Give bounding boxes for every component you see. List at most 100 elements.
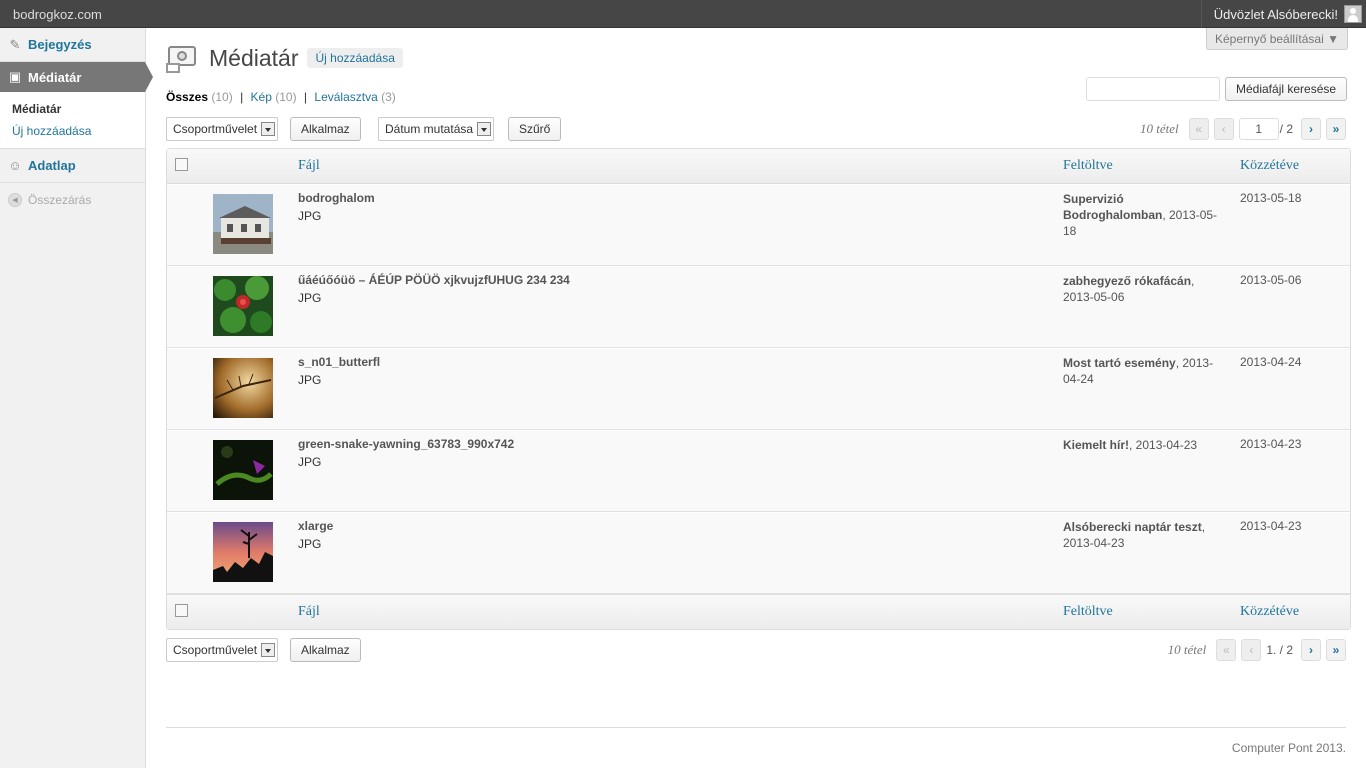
file-type: JPG <box>298 455 322 469</box>
view-unattached-link[interactable]: Leválasztva <box>314 90 377 104</box>
media-table: Fájl Feltöltve Közzétéve bodroghalom JPG… <box>166 148 1351 630</box>
date-filter-select[interactable]: Dátum mutatása <box>378 117 495 141</box>
date-filter-value: Dátum mutatása <box>385 122 474 136</box>
file-name-link[interactable]: űáéúőóüö – ÁÉÚP PÖÜÖ xjkvujzfUHUG 234 23… <box>298 273 570 287</box>
view-images-count: (10) <box>275 90 297 104</box>
view-filters: Összes (10) | Kép (10) | Leválasztva (3) <box>166 90 396 104</box>
column-uploaded[interactable]: Feltöltve <box>1063 158 1113 174</box>
published-date: 2013-05-18 <box>1240 191 1302 205</box>
thumbnail-image[interactable] <box>213 358 273 418</box>
footer-divider <box>166 727 1346 728</box>
apply-button[interactable]: Alkalmaz <box>290 117 361 141</box>
view-all-link[interactable]: Összes <box>166 90 208 104</box>
thumbnail-image[interactable] <box>213 276 273 336</box>
sidebar-item-media[interactable]: ▣ Médiatár <box>0 62 153 92</box>
admin-bar: bodrogkoz.com Üdvözlet Alsóberecki! <box>0 0 1366 28</box>
attached-post-link[interactable]: zabhegyező rókafácán <box>1063 274 1191 288</box>
uploaded-to: Supervizió Bodroghalomban, 2013-05-18 <box>1063 191 1228 239</box>
howdy-text: Üdvözlet Alsóberecki! <box>1213 7 1338 22</box>
table-row: űáéúőóüö – ÁÉÚP PÖÜÖ xjkvujzfUHUG 234 23… <box>167 266 1350 348</box>
footer-text: Computer Pont 2013. <box>1231 741 1346 755</box>
first-page-button[interactable]: « <box>1188 118 1209 140</box>
page-title: Médiatár <box>209 44 299 71</box>
attached-post-link[interactable]: Supervizió Bodroghalomban <box>1063 192 1162 222</box>
page-indicator: 1. / 2 <box>1266 643 1293 657</box>
table-row: bodroghalom JPG Supervizió Bodroghalomba… <box>167 184 1350 266</box>
last-page-button[interactable]: » <box>1326 639 1346 661</box>
bulk-actions-select[interactable]: Csoportművelet <box>166 638 279 662</box>
view-unattached-count: (3) <box>381 90 396 104</box>
view-all-count: (10) <box>211 90 233 104</box>
prev-page-button[interactable]: ‹ <box>1213 118 1234 140</box>
bulk-actions-value: Csoportművelet <box>173 643 258 657</box>
uploaded-to: zabhegyező rókafácán, 2013-05-06 <box>1063 273 1228 305</box>
attached-post-link[interactable]: Most tartó esemény <box>1063 356 1176 370</box>
column-published[interactable]: Közzétéve <box>1240 604 1299 620</box>
tablenav-bottom: Csoportművelet Alkalmaz 10 tétel « ‹ 1. … <box>166 638 1351 664</box>
published-date: 2013-04-23 <box>1240 437 1302 451</box>
submenu-item-add-new[interactable]: Új hozzáadása <box>12 120 145 142</box>
file-name-link[interactable]: xlarge <box>298 519 333 533</box>
attached-post-link[interactable]: Kiemelt hír! <box>1063 438 1129 452</box>
file-type: JPG <box>298 537 322 551</box>
table-row: s_n01_butterfl JPG Most tartó esemény, 2… <box>167 348 1350 430</box>
sidebar-item-label: Adatlap <box>28 158 76 173</box>
sidebar-item-posts[interactable]: ✎ Bejegyzés <box>0 28 145 62</box>
uploaded-to: Most tartó esemény, 2013-04-24 <box>1063 355 1228 387</box>
table-header: Fájl Feltöltve Közzétéve <box>167 149 1350 184</box>
add-new-button[interactable]: Új hozzáadása <box>307 48 403 68</box>
screen-options-button[interactable]: Képernyő beállításai ▼ <box>1206 28 1348 50</box>
media-icon: ▣ <box>8 69 22 84</box>
column-published[interactable]: Közzétéve <box>1240 158 1299 174</box>
item-count: 10 tétel <box>1140 121 1179 136</box>
last-page-button[interactable]: » <box>1326 118 1346 140</box>
page-header: Médiatár Új hozzáadása <box>166 41 403 75</box>
file-type: JPG <box>298 209 322 223</box>
avatar <box>1344 5 1362 23</box>
table-row: green-snake-yawning_63783_990x742 JPG Ki… <box>167 430 1350 512</box>
site-name-link[interactable]: bodrogkoz.com <box>13 7 102 22</box>
prev-page-button[interactable]: ‹ <box>1241 639 1262 661</box>
published-date: 2013-05-06 <box>1240 273 1302 287</box>
chevron-down-icon <box>261 122 276 136</box>
select-all-checkbox[interactable] <box>175 158 188 171</box>
file-name-link[interactable]: s_n01_butterfl <box>298 355 380 369</box>
collapse-arrow-icon: ◀ <box>8 193 22 207</box>
column-uploaded[interactable]: Feltöltve <box>1063 604 1113 620</box>
thumbnail-image[interactable] <box>213 522 273 582</box>
first-page-button[interactable]: « <box>1216 639 1237 661</box>
thumbnail-image[interactable] <box>213 440 273 500</box>
file-type: JPG <box>298 291 322 305</box>
file-name-link[interactable]: bodroghalom <box>298 191 375 205</box>
apply-button[interactable]: Alkalmaz <box>290 638 361 662</box>
media-submenu: Médiatár Új hozzáadása <box>0 92 145 149</box>
collapse-label: Összezárás <box>28 193 92 207</box>
next-page-button[interactable]: › <box>1301 639 1321 661</box>
file-name-link[interactable]: green-snake-yawning_63783_990x742 <box>298 437 514 451</box>
submenu-item-library[interactable]: Médiatár <box>12 98 145 120</box>
table-row: xlarge JPG Alsóberecki naptár teszt, 201… <box>167 512 1350 594</box>
published-date: 2013-04-23 <box>1240 519 1302 533</box>
sidebar-item-label: Médiatár <box>28 69 82 85</box>
thumbnail-image[interactable] <box>213 194 273 254</box>
sidebar-item-profile[interactable]: ☺ Adatlap <box>0 149 145 183</box>
user-menu[interactable]: Üdvözlet Alsóberecki! <box>1200 0 1366 28</box>
view-images-link[interactable]: Kép <box>251 90 272 104</box>
search-input[interactable] <box>1086 77 1220 101</box>
file-type: JPG <box>298 373 322 387</box>
next-page-button[interactable]: › <box>1301 118 1321 140</box>
column-file[interactable]: Fájl <box>298 604 320 620</box>
uploaded-to: Alsóberecki naptár teszt, 2013-04-23 <box>1063 519 1228 551</box>
admin-sidebar: ✎ Bejegyzés ▣ Médiatár Médiatár Új hozzá… <box>0 28 153 768</box>
filter-button[interactable]: Szűrő <box>508 117 562 141</box>
chevron-down-icon <box>261 643 276 657</box>
attached-post-link[interactable]: Alsóberecki naptár teszt <box>1063 520 1202 534</box>
bulk-actions-select[interactable]: Csoportművelet <box>166 117 279 141</box>
select-all-checkbox[interactable] <box>175 604 188 617</box>
column-file[interactable]: Fájl <box>298 158 320 174</box>
attached-post-date: , 2013-04-23 <box>1129 438 1198 452</box>
search-media-button[interactable]: Médiafájl keresése <box>1225 77 1348 101</box>
collapse-menu-button[interactable]: ◀ Összezárás <box>0 183 145 217</box>
current-page-input[interactable]: 1 <box>1238 118 1279 140</box>
pin-icon: ✎ <box>9 36 21 52</box>
